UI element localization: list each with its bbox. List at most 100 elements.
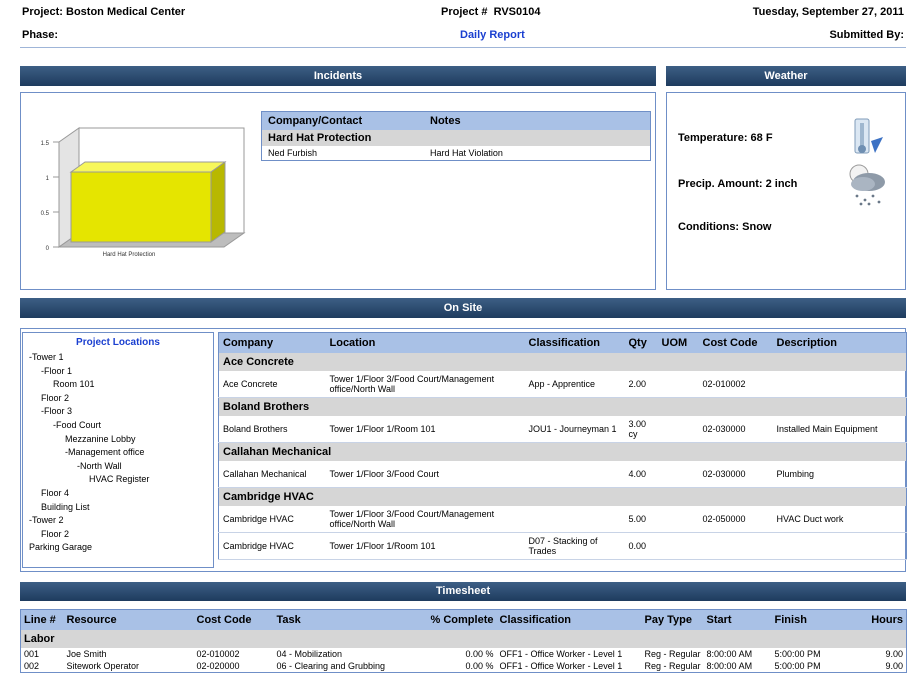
timesheet-row: 001 Joe Smith 02-010002 04 - Mobilization 0.… [21, 648, 907, 660]
location-tree-item[interactable]: Parking Garage [29, 541, 149, 555]
timesheet-col-task: Task [276, 614, 301, 626]
timesheet-cell: Joe Smith [66, 649, 107, 659]
incidents-panel: 0 0.5 1 1.5 Hard Hat Protection Company/Cont… [20, 92, 656, 290]
location-tree-item[interactable]: -North Wall [29, 460, 149, 474]
temperature-value: Temperature: 68 F [678, 132, 773, 144]
weather-section-header: Weather [666, 66, 906, 86]
chart-y-tick: 0.5 [41, 211, 50, 217]
timesheet-cell: 9.00 [885, 661, 903, 671]
onsite-col-location: Location [329, 337, 376, 349]
onsite-cell: Callahan Mechanical [223, 469, 307, 479]
onsite-cell [658, 533, 699, 560]
col-company-contact: Company/Contact [268, 115, 363, 127]
onsite-cell [525, 506, 625, 533]
project-locations-title: Project Locations [76, 337, 160, 348]
incident-contact: Ned Furbish [268, 148, 318, 158]
chart-y-tick: 1.5 [41, 141, 50, 147]
onsite-cell: Tower 1/Floor 1/Room 101 [329, 541, 436, 551]
onsite-cell: D07 - Stacking of Trades [528, 536, 598, 556]
timesheet-cell: OFF1 - Office Worker - Level 1 [499, 649, 623, 659]
onsite-cell: 3.00 cy [628, 419, 647, 439]
precip-value: Precip. Amount: 2 inch [678, 178, 798, 190]
location-tree-item[interactable]: Mezzanine Lobby [29, 433, 149, 447]
incidents-section-header: Incidents [20, 66, 656, 86]
report-date: Tuesday, September 27, 2011 [752, 6, 904, 18]
location-tree-item[interactable]: Floor 2 [29, 528, 149, 542]
onsite-col-uom: UOM [661, 337, 688, 349]
onsite-table-row: Cambridge HVAC Tower 1/Floor 1/Room 101 D0… [218, 533, 907, 560]
onsite-cell: Tower 1/Floor 3/Food Court [329, 469, 440, 479]
onsite-col-company: Company [223, 337, 274, 349]
onsite-group-row: Boland Brothers [218, 397, 907, 416]
timesheet-row: 002 Sitework Operator 02-020000 06 - Cleari… [21, 660, 907, 673]
location-tree-item[interactable]: -Floor 1 [29, 365, 149, 379]
timesheet-group-row: Labor [20, 630, 907, 648]
onsite-col-classification: Classification [528, 337, 601, 349]
onsite-cell [658, 371, 699, 398]
onsite-cell: 02-050000 [702, 514, 746, 524]
location-tree-item[interactable]: Building List [29, 501, 149, 515]
onsite-panel: Project Locations -Tower 1 -Floor 1 Room 1… [20, 328, 907, 572]
header-divider [20, 47, 906, 48]
location-tree-item[interactable]: -Floor 3 [29, 405, 149, 419]
onsite-col-description: Description [776, 337, 838, 349]
report-header: Project: Boston Medical Center Project #… [0, 0, 916, 48]
onsite-cell: 02-010002 [702, 379, 746, 389]
onsite-cell: Plumbing [776, 469, 815, 479]
timesheet-col-start: Start [706, 614, 732, 626]
onsite-cell [658, 461, 699, 488]
onsite-cell: Installed Main Equipment [776, 424, 878, 434]
timesheet-cell: 8:00:00 AM [706, 649, 753, 659]
timesheet-col-finish: Finish [774, 614, 807, 626]
location-tree-item[interactable]: Floor 2 [29, 392, 149, 406]
timesheet-col-cost-code: Cost Code [196, 614, 252, 626]
chart-bar [70, 171, 212, 243]
onsite-group-row: Callahan Mechanical [218, 442, 907, 461]
timesheet-cell: Sitework Operator [66, 661, 140, 671]
onsite-cell [658, 416, 699, 443]
project-locations-box: Project Locations -Tower 1 -Floor 1 Room 1… [22, 332, 214, 568]
chart-y-tick: 1 [46, 176, 50, 182]
onsite-cell [773, 533, 907, 560]
onsite-cell: Tower 1/Floor 1/Room 101 [329, 424, 436, 434]
chart-bar-side [210, 161, 226, 243]
onsite-cell [773, 371, 907, 398]
location-tree-item[interactable]: Room 101 [29, 378, 149, 392]
project-number: Project # RVS0104 [441, 6, 541, 18]
onsite-cell: 2.00 [628, 379, 647, 389]
chart-y-tick: 0 [46, 246, 50, 252]
location-tree-item[interactable]: -Tower 1 [29, 351, 149, 365]
onsite-group-row: Ace Concrete [218, 353, 907, 371]
chart-x-label: Hard Hat Protection [103, 252, 156, 258]
onsite-cell: 02-030000 [702, 469, 746, 479]
chart-bar-top [69, 161, 227, 173]
onsite-col-qty: Qty [628, 337, 647, 349]
onsite-table-row: Callahan Mechanical Tower 1/Floor 3/Food … [218, 461, 907, 488]
submitted-by-label: Submitted By: [829, 29, 904, 41]
timesheet-section-header: Timesheet [20, 582, 906, 601]
location-tree-item[interactable]: -Tower 2 [29, 514, 149, 528]
onsite-cell: Boland Brothers [223, 424, 288, 434]
timesheet-cell: Reg - Regular [644, 661, 701, 671]
timesheet-cell: 9.00 [885, 649, 903, 659]
onsite-table-row: Cambridge HVAC Tower 1/Floor 3/Food Court… [218, 506, 907, 533]
weather-panel: Temperature: 68 F Precip. Amount: 2 inch… [666, 92, 906, 290]
timesheet-cell: 002 [24, 661, 40, 671]
timesheet-cell: 0.00 % [465, 661, 494, 671]
location-tree-item[interactable]: -Food Court [29, 419, 149, 433]
project-name: Project: Boston Medical Center [22, 6, 186, 18]
location-tree-item[interactable]: HVAC Register [29, 473, 149, 487]
onsite-table: Company Location Classification Qty UOM Cost … [218, 332, 907, 560]
conditions-value: Conditions: Snow [678, 221, 772, 233]
timesheet-panel: Line # Resource Cost Code Task % Complete Cla… [20, 607, 907, 683]
timesheet-cell: 5:00:00 PM [774, 649, 821, 659]
onsite-cell [658, 506, 699, 533]
timesheet-table: Line # Resource Cost Code Task % Complete Cla… [20, 609, 907, 673]
onsite-cell [525, 461, 625, 488]
incident-group: Hard Hat Protection [261, 130, 651, 146]
location-tree-item[interactable]: Floor 4 [29, 487, 149, 501]
timesheet-col-classification: Classification [499, 614, 572, 626]
timesheet-cell: 02-020000 [196, 661, 240, 671]
onsite-cell: 0.00 [628, 541, 647, 551]
location-tree-item[interactable]: -Management office [29, 446, 149, 460]
